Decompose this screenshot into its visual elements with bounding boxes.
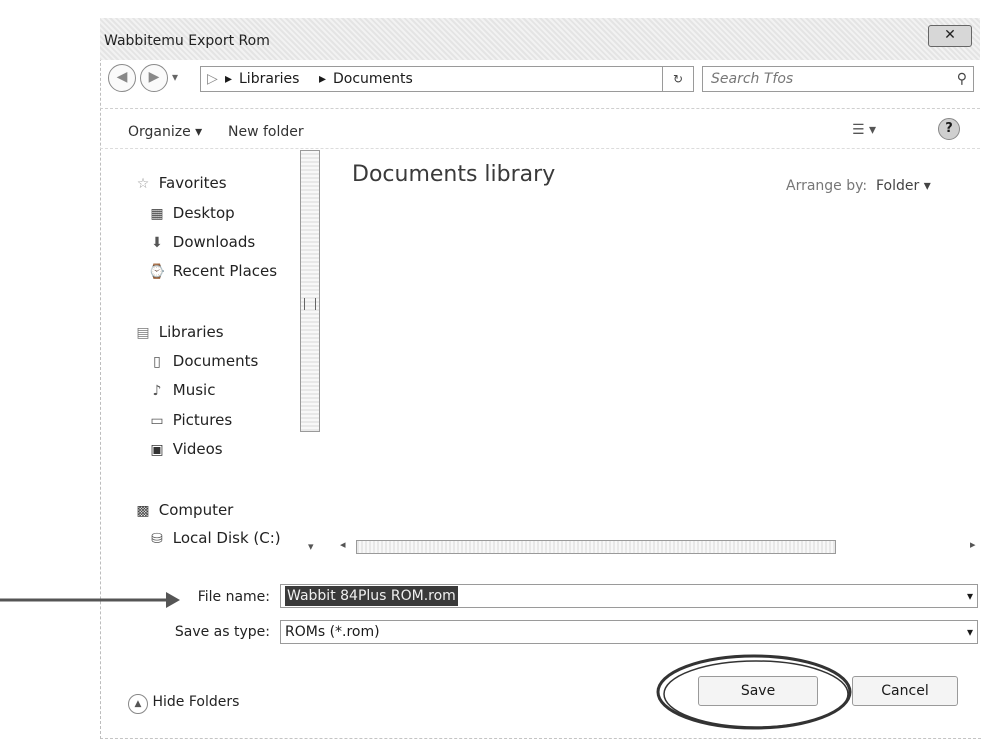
sidebar-item-label: Libraries [158, 323, 224, 341]
arrange-by-dropdown[interactable]: Folder ▾ [876, 178, 931, 194]
help-button[interactable]: ? [938, 118, 960, 140]
close-button[interactable]: ✕ [928, 25, 972, 47]
scrollbar-grip [304, 298, 316, 310]
back-button[interactable]: ◀ [108, 64, 136, 92]
chevron-down-icon: ▾ [172, 70, 179, 84]
sidebar-item-label: Favorites [158, 174, 227, 192]
save-type-value: ROMs (*.rom) [285, 624, 380, 640]
disk-icon: ⛁ [151, 531, 163, 547]
annotation-circle [656, 654, 852, 730]
refresh-icon: ↻ [672, 72, 684, 86]
collapse-icon: ▲ [128, 694, 148, 714]
file-name-dropdown-icon[interactable]: ▾ [967, 585, 973, 607]
back-arrow-icon: ◀ [116, 69, 128, 85]
sidebar-item-label: Music [172, 381, 216, 399]
sidebar-item-label: Computer [158, 501, 234, 519]
scroll-down-arrow[interactable]: ▾ [308, 540, 314, 553]
sidebar-item-label: Recent Places [172, 262, 278, 280]
toolbar-divider-bottom [100, 148, 980, 150]
sidebar-item-label: Downloads [172, 233, 256, 251]
search-input[interactable]: Search Tfos ⚲ [702, 66, 974, 92]
sidebar-scrollbar[interactable] [300, 150, 320, 432]
save-type-dropdown-icon[interactable]: ▾ [967, 621, 973, 643]
desktop-icon: ▦ [150, 206, 164, 222]
sidebar-item-desktop[interactable]: ▦ Desktop [146, 204, 235, 223]
annotation-arrow [0, 592, 180, 608]
breadcrumb-documents[interactable]: Documents [333, 67, 413, 91]
breadcrumb-separator: ▸ [319, 71, 327, 87]
search-icon[interactable]: ⚲ [957, 67, 967, 91]
sidebar-item-label: Local Disk (C:) [172, 529, 281, 547]
file-name-value: Wabbit 84Plus ROM.rom [285, 586, 458, 606]
sidebar-item-label: Videos [172, 440, 223, 458]
sidebar-item-music[interactable]: ♪ Music [146, 381, 216, 400]
forward-arrow-icon: ▶ [148, 69, 160, 85]
documents-icon: ▯ [153, 354, 161, 370]
sidebar-item-favorites[interactable]: ☆ Favorites [132, 174, 227, 193]
music-icon: ♪ [152, 383, 162, 399]
sidebar-item-documents[interactable]: ▯ Documents [146, 352, 258, 371]
toolbar-divider-top [100, 108, 980, 110]
view-icon: ☰ ▾ [852, 122, 877, 138]
hide-folders-label: Hide Folders [152, 694, 240, 710]
save-type-label: Save as type: [174, 624, 270, 640]
sidebar-item-label: Desktop [172, 204, 235, 222]
pictures-icon: ▭ [150, 413, 164, 429]
videos-icon: ▣ [150, 442, 164, 458]
sidebar-item-label: Pictures [172, 411, 233, 429]
sidebar-item-computer[interactable]: ▩ Computer [132, 501, 233, 520]
recent-places-icon: ⌚ [148, 264, 166, 280]
close-icon: ✕ [944, 27, 956, 43]
window-title: Wabbitemu Export Rom [104, 33, 270, 49]
star-icon: ☆ [136, 176, 150, 192]
view-options-button[interactable]: ☰ ▾ [852, 122, 876, 138]
horizontal-scrollbar[interactable] [356, 540, 836, 554]
sidebar-item-pictures[interactable]: ▭ Pictures [146, 411, 232, 430]
sidebar-item-videos[interactable]: ▣ Videos [146, 440, 223, 459]
file-name-label: File name: [197, 589, 270, 605]
help-icon: ? [945, 121, 953, 136]
libraries-icon: ▤ [136, 325, 150, 341]
file-name-input[interactable]: Wabbit 84Plus ROM.rom ▾ [280, 584, 978, 608]
breadcrumb-libraries[interactable]: Libraries [239, 67, 299, 91]
organize-button[interactable]: Organize ▾ [128, 124, 202, 140]
folder-icon: ▷ [207, 71, 218, 87]
address-bar[interactable]: ▷ ▸ Libraries ▸ Documents ▾ [200, 66, 692, 92]
scroll-left-arrow[interactable]: ◂ [340, 538, 346, 551]
search-placeholder: Search Tfos [711, 71, 794, 87]
arrange-by-label: Arrange by: [786, 178, 868, 194]
cancel-button[interactable]: Cancel [852, 676, 958, 706]
breadcrumb-separator: ▸ [225, 71, 233, 87]
sidebar-item-libraries[interactable]: ▤ Libraries [132, 323, 224, 342]
computer-icon: ▩ [136, 503, 150, 519]
scroll-right-arrow[interactable]: ▸ [970, 538, 976, 551]
annotation-ellipse-inner [663, 660, 849, 728]
refresh-button[interactable]: ↻ [662, 66, 694, 92]
annotation-arrow-head [166, 592, 180, 608]
new-folder-button[interactable]: New folder [228, 124, 304, 140]
library-title: Documents library [352, 162, 556, 187]
forward-button[interactable]: ▶ [140, 64, 168, 92]
sidebar-item-downloads[interactable]: ⬇ Downloads [146, 233, 255, 252]
hide-folders-button[interactable]: ▲ Hide Folders [128, 694, 239, 714]
sidebar-item-label: Documents [172, 352, 259, 370]
sidebar-item-local-disk[interactable]: ⛁ Local Disk (C:) [146, 529, 281, 548]
sidebar-item-recent-places[interactable]: ⌚ Recent Places [146, 262, 277, 281]
downloads-icon: ⬇ [151, 235, 163, 251]
recent-locations-button[interactable]: ▾ [172, 70, 178, 84]
save-type-select[interactable]: ROMs (*.rom) ▾ [280, 620, 978, 644]
